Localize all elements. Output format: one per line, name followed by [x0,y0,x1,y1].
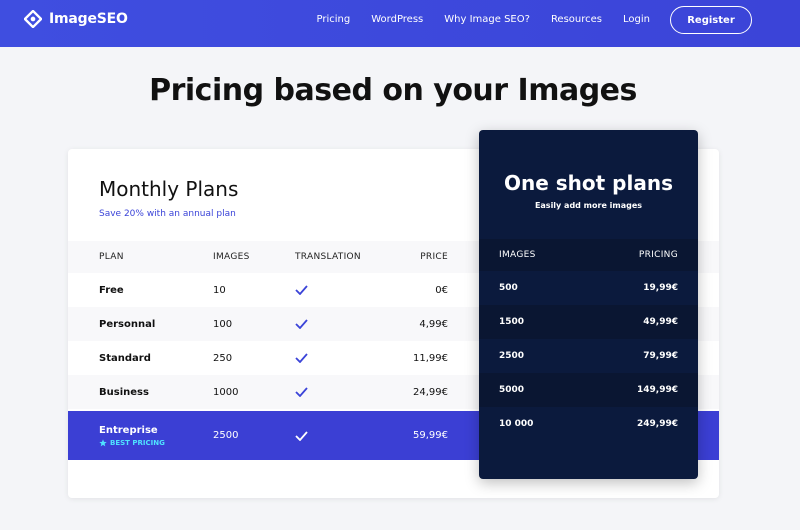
plan-name: Standard [99,352,151,364]
nav-link-resources[interactable]: Resources [551,14,602,25]
one-shot-images: 5000 [499,385,525,395]
plan-images: 2500 [213,430,239,441]
plan-name: Personnal [99,318,156,330]
column-header-plan: PLAN [99,252,124,262]
translation-cell [295,307,308,341]
plan-price: 4,99€ [419,318,448,330]
check-icon [295,387,308,397]
one-shot-price: 79,99€ [643,351,678,361]
register-button[interactable]: Register [670,6,752,34]
plan-price: 59,99€ [413,430,448,441]
nav-links: Pricing WordPress Why Image SEO? Resourc… [317,14,650,25]
plan-name: Free [99,284,124,296]
plan-images: 250 [213,352,233,364]
star-icon [99,438,107,446]
plan-name: Entreprise [99,424,158,436]
translation-cell [295,375,308,409]
one-shot-plans-card: One shot plans Easily add more images IM… [479,130,698,479]
best-pricing-label: BEST PRICING [110,438,165,447]
nav-link-wordpress[interactable]: WordPress [371,14,423,25]
one-shot-row[interactable]: 2500 79,99€ [479,339,698,373]
check-icon [295,353,308,363]
one-shot-images: 10 000 [499,419,534,429]
best-pricing-badge: BEST PRICING [99,439,165,447]
one-shot-plans-title: One shot plans [504,171,673,195]
nav-link-login[interactable]: Login [623,14,650,25]
column-header-images: IMAGES [499,250,536,260]
one-shot-images: 500 [499,283,518,293]
one-shot-plans-subtitle: Easily add more images [534,201,643,210]
plan-name-cell: Entreprise BEST PRICING [99,411,165,460]
one-shot-row[interactable]: 5000 149,99€ [479,373,698,407]
nav-link-why-image-seo[interactable]: Why Image SEO? [444,14,530,25]
one-shot-row[interactable]: 500 19,99€ [479,271,698,305]
check-icon [295,285,308,295]
plan-price: 24,99€ [413,386,448,398]
one-shot-row[interactable]: 1500 49,99€ [479,305,698,339]
plan-images: 10 [213,284,226,296]
plan-images: 1000 [213,386,239,398]
brand-logo[interactable]: ImageSEO [24,10,128,28]
one-shot-price: 249,99€ [637,419,678,429]
translation-cell [295,411,308,460]
brand-name: ImageSEO [49,11,128,27]
plan-name: Business [99,386,149,398]
one-shot-images: 1500 [499,317,525,327]
one-shot-table-header: IMAGES PRICING [479,239,698,271]
plan-images: 100 [213,318,233,330]
translation-cell [295,341,308,375]
one-shot-price: 49,99€ [643,317,678,327]
one-shot-images: 2500 [499,351,525,361]
check-icon [295,430,308,441]
imageseo-logo-icon [24,10,42,28]
one-shot-price: 149,99€ [637,385,678,395]
plan-price: 0€ [435,284,448,296]
translation-cell [295,273,308,307]
check-icon [295,319,308,329]
column-header-images: IMAGES [213,252,250,262]
column-header-translation: TRANSLATION [295,252,361,262]
page-title: Pricing based on your Images [149,73,637,108]
column-header-price: PRICE [420,252,448,262]
plan-price: 11,99€ [413,352,448,364]
navbar: ImageSEO Pricing WordPress Why Image SEO… [0,0,800,47]
nav-link-pricing[interactable]: Pricing [317,14,351,25]
monthly-plans-title: Monthly Plans [99,177,239,201]
one-shot-price: 19,99€ [643,283,678,293]
annual-plan-link[interactable]: Save 20% with an annual plan [99,209,236,219]
column-header-pricing: PRICING [638,250,678,260]
one-shot-row[interactable]: 10 000 249,99€ [479,407,698,441]
